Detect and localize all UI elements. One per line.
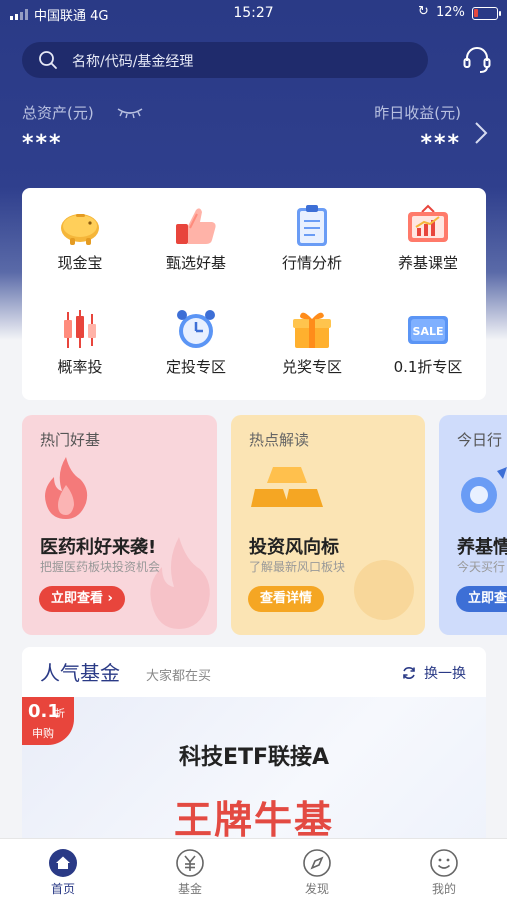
promo-view-button[interactable]: 立即查 xyxy=(456,586,507,612)
promo-title: 投资风向标 xyxy=(249,537,339,558)
gift-icon xyxy=(293,312,331,348)
quick-menu: 现金宝 甄选好基 行情分析 养基课堂 概率投 定投专区 兑奖专区 SALE 0.… xyxy=(22,188,486,400)
total-assets-value: *** xyxy=(22,131,63,156)
thumbs-up-icon xyxy=(176,208,216,244)
eye-closed-icon[interactable] xyxy=(116,105,144,119)
tab-discover[interactable]: 发现 xyxy=(254,839,380,900)
menu-label: 0.1折专区 xyxy=(393,358,463,376)
search-placeholder: 名称/代码/基金经理 xyxy=(72,54,194,70)
alarm-clock-icon xyxy=(177,310,215,348)
customer-service-icon[interactable] xyxy=(461,44,493,76)
tab-label: 发现 xyxy=(304,882,329,896)
ribbon-unit: 折 xyxy=(55,709,65,720)
menu-label: 概率投 xyxy=(57,358,103,376)
tab-label: 首页 xyxy=(50,882,75,896)
promo-tag: 热点解读 xyxy=(249,431,310,449)
popular-funds-section: 人气基金 大家都在买 换一换 0.1 折 申购 科技ETF联接A 王牌牛基 xyxy=(22,647,486,857)
rocket-icon xyxy=(461,467,507,513)
rotation-lock-icon: ↻ xyxy=(418,4,429,19)
section-title: 人气基金 xyxy=(40,661,120,685)
menu-item-discount[interactable]: SALE 0.1折专区 xyxy=(370,292,486,392)
promo-tag: 今日行 xyxy=(457,431,503,449)
menu-label: 养基课堂 xyxy=(397,254,458,272)
fund-tagline: 王牌牛基 xyxy=(173,798,334,842)
watermark-icon xyxy=(354,560,414,620)
promo-detail-button[interactable]: 查看详情 xyxy=(248,586,325,612)
search-bar[interactable]: 名称/代码/基金经理 xyxy=(22,42,428,78)
search-icon xyxy=(39,51,57,69)
clipboard-icon xyxy=(297,205,327,246)
piggy-bank-icon xyxy=(61,214,99,245)
menu-label: 现金宝 xyxy=(57,254,103,272)
gold-bars-icon xyxy=(251,467,323,507)
promo-tag: 热门好基 xyxy=(40,431,101,449)
menu-item-market-analysis[interactable]: 行情分析 xyxy=(254,188,370,288)
promo-card-hot-topics[interactable]: 热点解读 投资风向标 了解最新风口板块 查看详情 xyxy=(231,415,425,635)
status-bar: 中国联通 4G 15:27 ↻ 12% xyxy=(0,0,507,28)
promo-card-hot-funds[interactable]: 热门好基 医药利好来袭! 把握医药板块投资机会 立即查看 › xyxy=(22,415,217,635)
menu-label: 甄选好基 xyxy=(165,254,226,272)
sale-tag-icon: SALE xyxy=(408,316,448,344)
tab-label: 基金 xyxy=(177,882,202,896)
yesterday-earnings-label: 昨日收益(元) xyxy=(374,104,461,122)
promo-subtitle: 把握医药板块投资机会 xyxy=(40,560,161,574)
promo-card-daily-market[interactable]: 今日行 养基情 今天买行 立即查 xyxy=(439,415,507,635)
battery-icon xyxy=(472,7,501,20)
yen-coin-icon xyxy=(176,849,204,877)
promo-title: 养基情 xyxy=(457,537,507,558)
chevron-right-icon[interactable] xyxy=(472,120,490,146)
flame-icon xyxy=(45,457,88,519)
compass-icon xyxy=(303,849,331,877)
home-icon xyxy=(49,849,77,877)
fund-name[interactable]: 科技ETF联接A xyxy=(22,739,486,771)
battery-percent: 12% xyxy=(436,5,465,20)
menu-label: 定投专区 xyxy=(165,358,226,376)
menu-item-redeem[interactable]: 兑奖专区 xyxy=(254,292,370,392)
total-assets-label: 总资产(元) xyxy=(22,104,94,122)
menu-item-probability[interactable]: 概率投 xyxy=(22,292,138,392)
yesterday-earnings-value: *** xyxy=(420,131,461,156)
smiley-icon xyxy=(430,849,458,877)
promo-title: 医药利好来袭! xyxy=(40,537,157,558)
section-subtitle: 大家都在买 xyxy=(146,669,212,684)
menu-item-fund-class[interactable]: 养基课堂 xyxy=(370,188,486,288)
refresh-icon[interactable] xyxy=(401,665,417,681)
promo-view-button[interactable]: 立即查看 › xyxy=(39,586,125,612)
promo-subtitle: 了解最新风口板块 xyxy=(249,560,346,574)
tab-mine[interactable]: 我的 xyxy=(381,839,507,900)
menu-item-select-funds[interactable]: 甄选好基 xyxy=(138,188,254,288)
refresh-button[interactable]: 换一换 xyxy=(424,663,466,683)
menu-item-fixed-invest[interactable]: 定投专区 xyxy=(138,292,254,392)
menu-item-cash[interactable]: 现金宝 xyxy=(22,188,138,288)
promo-subtitle: 今天买行 xyxy=(457,560,506,574)
svg-text:SALE: SALE xyxy=(413,325,444,338)
menu-label: 兑奖专区 xyxy=(281,358,342,376)
tab-label: 我的 xyxy=(431,882,456,896)
bottom-tab-bar: 首页 基金 发现 我的 xyxy=(0,838,507,900)
tab-home[interactable]: 首页 xyxy=(0,839,126,900)
chart-board-icon xyxy=(408,204,448,242)
candlestick-icon xyxy=(64,310,96,348)
clock: 15:27 xyxy=(233,5,274,21)
tab-funds[interactable]: 基金 xyxy=(127,839,253,900)
menu-label: 行情分析 xyxy=(281,254,342,272)
